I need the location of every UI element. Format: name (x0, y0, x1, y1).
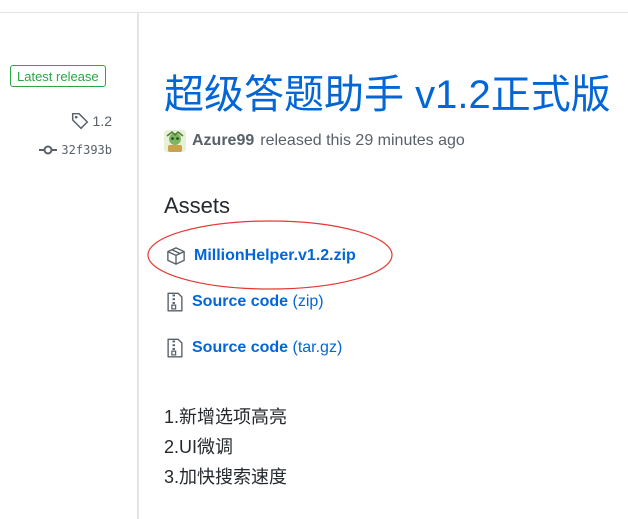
release-author-line: Azure99 released this 29 minutes ago (164, 130, 465, 152)
asset-item[interactable]: Source code (zip) (166, 292, 324, 312)
tag-link[interactable]: 1.2 (71, 112, 112, 130)
release-note-item: 3.加快搜索速度 (164, 467, 288, 487)
package-icon (166, 246, 186, 266)
file-zip-icon (166, 338, 184, 358)
release-notes: 1.新增选项高亮 2.UI微调 3.加快搜索速度 (164, 402, 287, 492)
release-title[interactable]: 超级答题助手 v1.2正式版 (164, 70, 611, 120)
commit-link[interactable]: 32f393b (39, 143, 112, 157)
asset-name: MillionHelper.v1.2.zip (194, 247, 356, 264)
asset-download-link[interactable]: MillionHelper.v1.2.zip (194, 247, 356, 265)
released-time-text: released this 29 minutes ago (260, 132, 465, 149)
assets-heading: Assets (164, 193, 231, 218)
release-note-item: 1.新增选项高亮 (164, 407, 288, 427)
asset-item[interactable]: MillionHelper.v1.2.zip (166, 246, 356, 266)
asset-format: (zip) (292, 293, 324, 310)
commit-sha: 32f393b (61, 143, 112, 157)
author-link[interactable]: Azure99 (192, 132, 254, 150)
latest-release-badge: Latest release (10, 65, 106, 87)
release-note-item: 2.UI微调 (164, 437, 234, 457)
asset-item[interactable]: Source code (tar.gz) (166, 338, 342, 358)
source-code-zip-link[interactable]: Source code (zip) (192, 293, 324, 311)
tag-label: 1.2 (92, 113, 112, 129)
asset-name: Source code (192, 293, 289, 310)
file-zip-icon (166, 292, 184, 312)
timeline-divider (137, 13, 139, 519)
git-commit-icon (39, 144, 58, 156)
top-divider (0, 0, 628, 13)
tag-icon (71, 112, 89, 130)
asset-format: (tar.gz) (292, 339, 343, 356)
asset-name: Source code (192, 339, 289, 356)
avatar[interactable] (164, 130, 186, 152)
source-code-targz-link[interactable]: Source code (tar.gz) (192, 339, 342, 357)
